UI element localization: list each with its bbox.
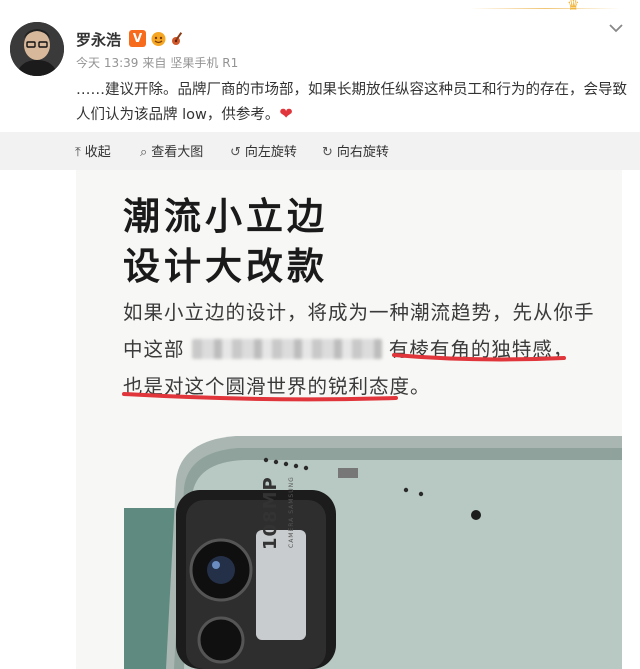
guitar-badge-icon xyxy=(170,30,187,47)
crown-icon: ♛ xyxy=(567,0,580,14)
post-image[interactable]: 潮流小立边 设计大改款 如果小立边的设计，将成为一种潮流趋势，先从你手 中这部 … xyxy=(76,170,622,669)
decorative-line xyxy=(470,8,620,9)
collapse-up-icon: ⤒ xyxy=(75,145,81,160)
post-meta: 今天 13:39 来自 坚果手机 R1 xyxy=(76,54,242,71)
rotate-left-label: 向左旋转 xyxy=(244,145,297,160)
collapse-label: 收起 xyxy=(84,145,111,160)
avatar-portrait-icon xyxy=(10,22,64,76)
member-badge-icon xyxy=(150,30,167,47)
view-large-label: 查看大图 xyxy=(151,145,204,160)
rotate-left-button[interactable]: ↺ 向左旋转 xyxy=(230,141,297,160)
collapse-button[interactable]: ⤒ 收起 xyxy=(75,141,111,160)
rotate-left-icon: ↺ xyxy=(230,145,241,160)
chevron-down-icon xyxy=(609,24,623,33)
post-body: ……建议开除。品牌厂商的市场部，如果长期放任纵容这种员工和行为的存在，会导致人们… xyxy=(76,82,627,123)
camera-sublabel: CAMERA SAMSUNG xyxy=(288,476,295,548)
post-time: 今天 13:39 xyxy=(76,56,139,70)
camera-label: 108MP xyxy=(260,476,281,550)
post-text: ……建议开除。品牌厂商的市场部，如果长期放任纵容这种员工和行为的存在，会导致人们… xyxy=(76,78,632,127)
source-prefix: 来自 xyxy=(142,56,167,70)
rotate-right-icon: ↻ xyxy=(322,145,333,160)
rotate-right-button[interactable]: ↻ 向右旋转 xyxy=(322,141,389,160)
avatar[interactable] xyxy=(10,22,64,76)
rotate-right-label: 向右旋转 xyxy=(336,145,389,160)
more-options-button[interactable] xyxy=(606,18,626,38)
verified-badge: V xyxy=(129,30,146,47)
magnifier-icon: ⌕ xyxy=(140,145,148,160)
username[interactable]: 罗永浩 xyxy=(76,29,121,50)
view-large-button[interactable]: ⌕ 查看大图 xyxy=(140,141,203,160)
image-toolbar: ⤒ 收起 ⌕ 查看大图 ↺ 向左旋转 ↻ 向右旋转 xyxy=(0,132,640,170)
red-underline-annotation xyxy=(122,353,566,402)
heart-icon: ❤ xyxy=(279,104,293,123)
post-header: ♛ 罗永浩 V 今天 13:39 来自 坚果手机 R1 ……建议开除。品牌厂商的市场… xyxy=(0,0,640,132)
post-source[interactable]: 坚果手机 R1 xyxy=(170,56,238,70)
